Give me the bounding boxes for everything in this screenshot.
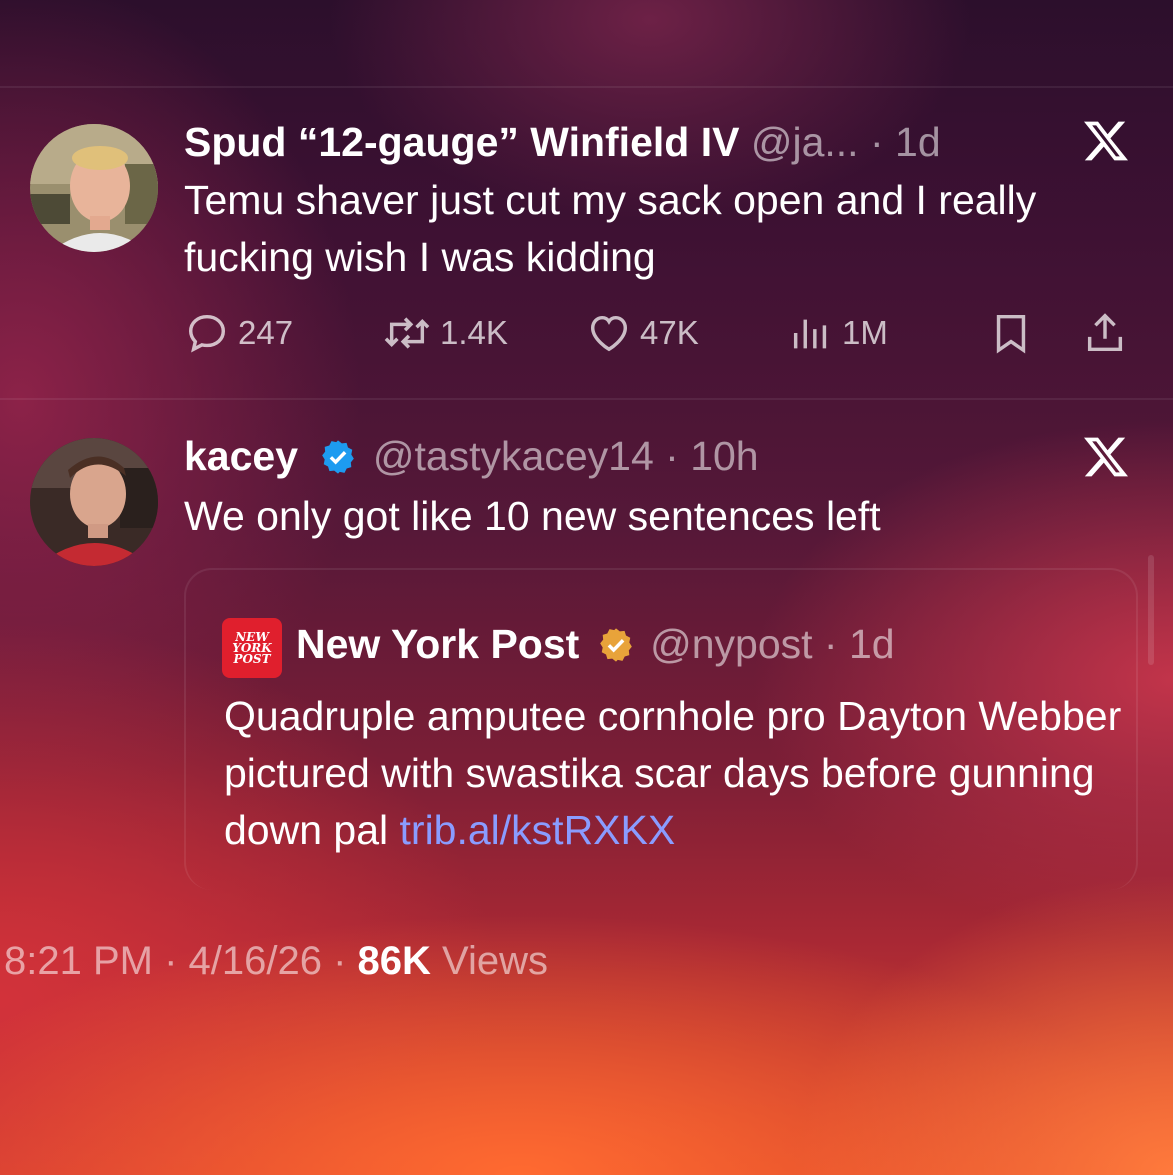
analytics-icon [793,319,827,349]
user-handle[interactable]: @ja... [751,119,859,165]
quoted-tweet[interactable]: NEW YORK POST New York Post @nypost · 1d… [184,568,1138,890]
quoted-time[interactable]: 1d [849,621,895,667]
tweet-header: kacey @tastykacey14 · 10h [184,432,759,486]
verified-badge-icon [319,438,357,486]
reply-button[interactable]: 247 [184,310,293,356]
view-count: 1M [842,314,888,351]
separator-dot: · [321,939,358,983]
like-count: 47K [640,314,699,351]
separator-dot: · [152,939,189,983]
x-logo-icon [1082,433,1130,481]
reply-icon [188,314,226,353]
nypost-logo-text: NEW YORK POST [232,629,272,666]
repost-button[interactable]: 1.4K [382,310,508,356]
like-button[interactable]: 47K [586,310,699,356]
repost-count: 1.4K [440,314,508,351]
views-label: Views [442,939,549,983]
bookmark-button[interactable] [988,310,1034,356]
action-bar: 247 1.4K 47K 1M [184,310,1134,360]
quoted-tweet-text-block: Quadruple amputee cornhole pro Dayton We… [224,688,1124,859]
bookmark-icon [996,314,1026,354]
tweet-text: Temu shaver just cut my sack open and I … [184,177,1037,280]
post-date: 4/16/26 [188,939,322,983]
x-logo-icon [1082,117,1130,165]
views-count: 86K [357,939,431,983]
post-time: 8:21 PM [4,939,153,983]
views-button[interactable]: 1M [788,310,888,356]
quoted-display-name[interactable]: New York Post [296,621,579,667]
avatar[interactable] [30,438,158,566]
quoted-tweet-link[interactable]: trib.al/kstRXKX [400,807,676,853]
scrollbar[interactable] [1148,555,1154,665]
separator-dot: · [812,621,849,667]
repost-icon [384,317,430,349]
reply-count: 247 [238,314,294,351]
tweet-text: We only got like 10 new sentences left [184,493,881,539]
separator-dot: · [858,119,896,165]
user-handle[interactable]: @tastykacey14 [373,433,654,479]
separator-dot: · [653,433,691,479]
display-name[interactable]: Spud “12-gauge” Winfield IV [184,119,739,165]
tweet-header: Spud “12-gauge” Winfield IV @ja... · 1d [184,118,941,166]
nypost-avatar[interactable]: NEW YORK POST [222,618,282,678]
tweet-meta: 8:21 PM · 4/16/26 · 86K Views [4,936,548,986]
heart-icon [590,315,628,352]
display-name[interactable]: kacey [184,433,298,479]
quoted-handle[interactable]: @nypost [650,621,812,667]
quoted-tweet-header: New York Post @nypost · 1d [296,618,895,676]
share-button[interactable] [1082,310,1128,356]
share-icon [1087,313,1123,352]
tweet-1[interactable]: Spud “12-gauge” Winfield IV @ja... · 1d … [0,0,1173,400]
avatar[interactable] [30,124,158,252]
gold-verified-badge-icon [597,624,635,676]
tweet-time[interactable]: 10h [690,433,758,479]
tweet-time[interactable]: 1d [895,119,941,165]
